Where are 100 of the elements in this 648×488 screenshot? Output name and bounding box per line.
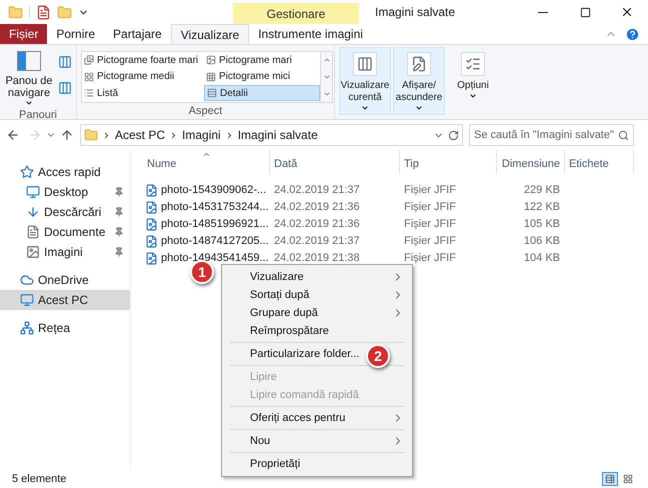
menu-item[interactable]: Vizualizare [250,268,304,286]
file-name: photo-14531753244... [161,200,269,216]
file-row[interactable]: photo-14531753244... 24.02.2019 21:36 Fișier JFIF 122 KB [145,199,648,216]
nav-item[interactable]: Acces rapid [0,162,130,182]
view-mode-icon [206,55,216,65]
caret-icon [415,104,423,112]
refresh-icon[interactable] [448,130,459,140]
column-header[interactable]: Nume [145,150,269,174]
back-icon[interactable] [6,128,20,142]
caret-icon [25,99,33,107]
callout-marker: 1 [190,260,214,284]
layout-option[interactable]: Pictograme mari [204,52,320,68]
nav-item[interactable]: Acest PC [0,290,130,310]
navigation-pane-label: Panou de navigare [4,75,54,99]
search-field[interactable]: Se caută în "Imagini salvate" [469,124,634,146]
menu-item[interactable]: Sortați după [250,286,310,304]
column-header[interactable]: Dată [269,150,399,174]
size-cell-text: 229 KB [522,183,561,198]
image-file-icon [145,235,158,248]
image-file-icon [145,252,158,265]
menu-item[interactable]: Proprietăți [250,456,300,472]
file-row[interactable]: photo-14851996921... 24.02.2019 21:36 Fișier JFIF 105 KB [145,216,648,233]
nav-item[interactable]: Descărcări [0,202,130,222]
star-icon [20,165,34,179]
file-name: photo-14851996921... [161,217,269,232]
size-cell-text: 106 KB [522,234,561,250]
columns-icon [357,56,373,72]
menu-item[interactable]: Nou [250,432,270,450]
layout-option[interactable]: Detalii [204,85,320,102]
picture-icon [26,245,40,259]
folder-icon [84,128,98,142]
breadcrumb[interactable]: Imagini [182,126,221,144]
ribbon-tab[interactable]: Fișier [0,24,48,44]
column-header[interactable]: Tip [399,150,496,174]
layout-option[interactable]: Pictograme medii [82,68,204,85]
date-cell-text: 24.02.2019 21:37 [273,234,361,250]
up-icon[interactable] [60,128,74,142]
file-name: photo-14874127205... [161,234,269,250]
breadcrumb[interactable]: Imagini salvate [238,126,318,144]
ribbon-tab[interactable]: Pornire [47,24,104,44]
nav-item[interactable]: Desktop [0,182,130,202]
nav-item[interactable]: Imagini [0,242,130,262]
group-label: Aspect [188,104,224,119]
group-label: Panouri [18,108,58,123]
size-cell-text: 104 KB [522,251,561,266]
size-cell-text: 105 KB [522,217,561,232]
size-cell-text: 122 KB [522,200,561,216]
maximize-icon [580,6,590,18]
download-icon [26,205,40,219]
breadcrumb[interactable]: Acest PC [115,126,166,144]
menu-item[interactable]: Oferiți acces pentru [250,410,346,426]
column-header[interactable]: Dimensiune [496,150,564,174]
view-mode-icon [84,88,94,98]
caret-icon [469,92,477,100]
preview-pane-icon[interactable] [58,55,72,69]
breadcrumb-separator-icon [102,130,111,140]
ribbon-tab[interactable]: Partajare [104,24,171,44]
menu-item[interactable]: Particularizare folder... [250,346,360,362]
type-cell-text: Fișier JFIF [403,234,457,250]
view-button[interactable]: Opțiuni [447,47,499,115]
view-mode-icon [206,72,216,82]
ribbon-tab[interactable]: Instrumente imagini [249,24,372,44]
view-button[interactable]: Vizualizare curentă [339,47,391,115]
network-icon [20,321,34,335]
navigation-pane-button[interactable]: Panou de navigare [4,51,54,107]
menu-item[interactable]: Reîmprospătare [250,322,329,340]
ribbon-tab[interactable]: Vizualizare [170,24,250,44]
file-row[interactable]: photo-14874127205... 24.02.2019 21:37 Fișier JFIF 106 KB [145,233,648,250]
view-button[interactable]: Afișare/ascundere [393,47,445,115]
file-row[interactable]: photo-1543909062-... 24.02.2019 21:37 Fișier JFIF 229 KB [145,182,648,199]
view-icon [605,474,615,484]
view-icon [623,474,633,484]
view-mode-icon [84,72,94,82]
help-icon[interactable] [625,26,640,42]
computer-icon [20,293,34,307]
file-name: photo-1543909062-... [161,183,266,198]
item-count: 5 elemente [12,472,66,487]
nav-item[interactable]: Rețea [0,318,130,338]
column-header[interactable]: Etichete [564,150,634,174]
window-title: Imagini salvate [375,4,456,21]
type-cell-text: Fișier JFIF [403,200,457,216]
sort-ascending-icon [202,150,211,159]
document-icon [26,225,40,239]
date-cell-text: 24.02.2019 21:36 [273,200,361,216]
layout-option[interactable]: Pictograme foarte mari [82,52,204,68]
view-mode-icon [84,55,94,65]
menu-item[interactable]: Grupare după [250,304,318,322]
date-cell-text: 24.02.2019 21:36 [273,217,361,232]
layout-option[interactable]: Listă [82,85,204,102]
layout-option[interactable]: Pictograme mici [204,68,320,85]
details-pane-icon[interactable] [58,81,72,95]
checklist-icon [465,56,481,72]
contextual-tab-header: Gestionare [233,3,359,24]
address-field[interactable]: Acest PC Imagini Imagini salvate [80,124,463,146]
nav-item[interactable]: OneDrive [0,270,130,290]
view-toggle[interactable] [602,472,618,486]
image-file-icon [145,184,158,197]
nav-item[interactable]: Documente [0,222,130,242]
properties-icon[interactable] [36,4,51,20]
desktop-icon [26,185,40,199]
